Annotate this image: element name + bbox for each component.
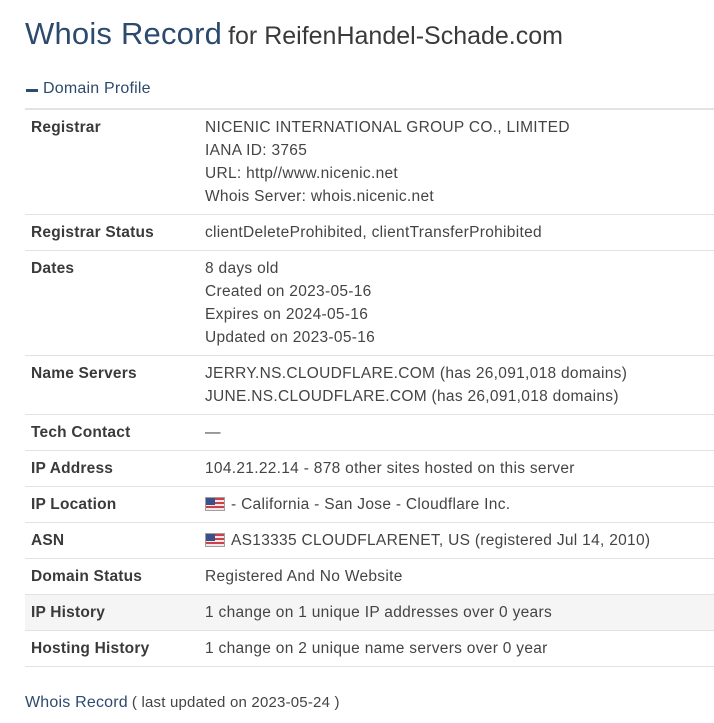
table-row-domain-status: Domain Status Registered And No Website: [25, 558, 714, 595]
registrar-name: NICENIC INTERNATIONAL GROUP CO., LIMITED: [205, 119, 570, 136]
us-flag-icon: [205, 497, 225, 511]
row-label: IP History: [25, 594, 199, 631]
asn-value: AS13335 CLOUDFLARENET, US (registered Ju…: [199, 522, 714, 559]
name-servers-value: JERRY.NS.CLOUDFLARE.COM (has 26,091,018 …: [199, 355, 714, 415]
page-title-domain: for ReifenHandel-Schade.com: [228, 22, 563, 50]
name-server-2: JUNE.NS.CLOUDFLARE.COM (has 26,091,018 d…: [205, 388, 619, 405]
ip-location-text: - California - San Jose - Cloudflare Inc…: [231, 496, 511, 513]
page-title-main: Whois Record: [25, 16, 223, 51]
registrar-url: URL: http//www.nicenic.net: [205, 165, 399, 182]
table-row-ip-address: IP Address 104.21.22.14 - 878 other site…: [25, 450, 714, 487]
registrar-value: NICENIC INTERNATIONAL GROUP CO., LIMITED…: [199, 110, 714, 215]
row-label: Name Servers: [25, 355, 199, 415]
tech-contact-value: —: [199, 414, 714, 451]
table-row-tech-contact: Tech Contact —: [25, 414, 714, 451]
row-label: Registrar: [25, 110, 199, 215]
table-row-registrar-status: Registrar Status clientDeleteProhibited,…: [25, 214, 714, 251]
row-label: IP Location: [25, 486, 199, 523]
row-label: Domain Status: [25, 558, 199, 595]
row-label: Registrar Status: [25, 214, 199, 251]
ip-address-value: 104.21.22.14 - 878 other sites hosted on…: [199, 450, 714, 487]
dates-value: 8 days old Created on 2023-05-16 Expires…: [199, 250, 714, 356]
domain-profile-toggle[interactable]: Domain Profile: [25, 80, 714, 110]
table-row-hosting-history: Hosting History 1 change on 2 unique nam…: [25, 630, 714, 667]
expires-date: Expires on 2024-05-16: [205, 306, 369, 323]
hosting-history-value: 1 change on 2 unique name servers over 0…: [199, 630, 714, 667]
row-label: Hosting History: [25, 630, 199, 667]
last-updated-note: ( last updated on 2023-05-24 ): [131, 694, 340, 711]
section-title[interactable]: Domain Profile: [43, 80, 151, 98]
asn-text: AS13335 CLOUDFLARENET, US (registered Ju…: [231, 532, 651, 549]
name-server-1: JERRY.NS.CLOUDFLARE.COM (has 26,091,018 …: [205, 365, 628, 382]
whois-record-link[interactable]: Whois Record: [25, 694, 128, 711]
us-flag-icon: [205, 533, 225, 547]
page-title: Whois Record for ReifenHandel-Schade.com: [25, 16, 563, 52]
registrar-whois-server: Whois Server: whois.nicenic.net: [205, 188, 434, 205]
updated-date: Updated on 2023-05-16: [205, 329, 376, 346]
registrar-iana-id: IANA ID: 3765: [205, 142, 308, 159]
row-label: Dates: [25, 250, 199, 356]
created-date: Created on 2023-05-16: [205, 283, 372, 300]
table-row-asn: ASN AS13335 CLOUDFLARENET, US (registere…: [25, 522, 714, 559]
table-row-ip-location: IP Location - California - San Jose - Cl…: [25, 486, 714, 523]
table-row-ip-history[interactable]: IP History 1 change on 1 unique IP addre…: [25, 594, 714, 631]
whois-record-footer: Whois Record( last updated on 2023-05-24…: [25, 694, 340, 712]
domain-profile-table: Registrar NICENIC INTERNATIONAL GROUP CO…: [25, 110, 714, 667]
row-label: ASN: [25, 522, 199, 559]
ip-location-value: - California - San Jose - Cloudflare Inc…: [199, 486, 714, 523]
table-row-registrar: Registrar NICENIC INTERNATIONAL GROUP CO…: [25, 110, 714, 215]
registrar-status-value: clientDeleteProhibited, clientTransferPr…: [199, 214, 714, 251]
row-label: Tech Contact: [25, 414, 199, 451]
minus-icon[interactable]: [26, 89, 38, 92]
table-row-name-servers: Name Servers JERRY.NS.CLOUDFLARE.COM (ha…: [25, 355, 714, 415]
ip-history-value: 1 change on 1 unique IP addresses over 0…: [199, 594, 714, 631]
row-label: IP Address: [25, 450, 199, 487]
domain-age: 8 days old: [205, 260, 279, 277]
domain-status-value: Registered And No Website: [199, 558, 714, 595]
table-row-dates: Dates 8 days old Created on 2023-05-16 E…: [25, 250, 714, 356]
